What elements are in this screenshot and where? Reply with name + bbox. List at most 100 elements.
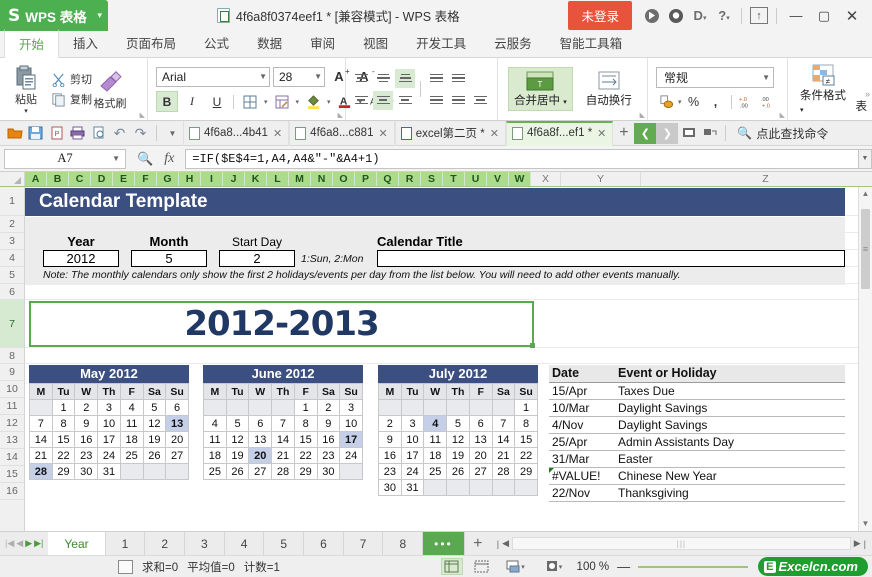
calendar-day-cell[interactable]: 21 [491, 447, 516, 464]
calendar-empty-cell[interactable] [400, 399, 425, 416]
event-date-cell[interactable]: 22/Nov [549, 484, 615, 502]
column-header-B[interactable]: B [47, 172, 69, 186]
event-date-cell[interactable]: 4/Nov [549, 416, 615, 434]
name-box[interactable]: A7 ▼ [4, 148, 126, 169]
calendar-day-cell[interactable]: 16 [316, 431, 341, 448]
calendar-empty-cell[interactable] [446, 479, 470, 496]
prev-sheet-icon[interactable]: ◀ [16, 538, 23, 549]
calendar-day-cell[interactable]: 14 [29, 431, 53, 448]
page-break-view-button[interactable]: ▾ [501, 558, 531, 575]
calendar-day-cell[interactable]: 26 [225, 463, 250, 480]
calendar-day-cell[interactable]: 31 [97, 463, 121, 480]
row-header-11[interactable]: 11 [0, 398, 24, 415]
row-header-2[interactable]: 2 [0, 216, 24, 233]
scroll-left-icon[interactable]: ◀ [502, 538, 509, 549]
event-name-cell[interactable]: Daylight Savings [615, 416, 845, 434]
calendar-day-cell[interactable]: 24 [400, 463, 425, 480]
normal-view-button[interactable] [440, 558, 463, 575]
presentation-icon[interactable] [678, 123, 699, 144]
calendar-day-cell[interactable]: 26 [446, 463, 470, 480]
event-name-cell[interactable]: Chinese New Year [615, 467, 845, 485]
calendar-day-cell[interactable]: 13 [468, 431, 493, 448]
calendar-empty-cell[interactable] [165, 463, 189, 480]
calendar-day-cell[interactable]: 29 [51, 463, 76, 480]
calendar-empty-cell[interactable] [468, 479, 493, 496]
scroll-down-icon[interactable]: ▼ [859, 517, 872, 531]
calendar-day-cell[interactable]: 4 [423, 415, 448, 432]
calendar-day-cell[interactable]: 17 [339, 431, 363, 448]
ribbon-tab-cloud[interactable]: 云服务 [480, 29, 546, 57]
row-header-9[interactable]: 9 [0, 364, 24, 381]
calendar-empty-cell[interactable] [29, 399, 53, 416]
column-header-H[interactable]: H [179, 172, 201, 186]
zoom-out-button[interactable]: — [617, 559, 630, 574]
sheet-tab-1[interactable]: 1 [106, 532, 146, 555]
merge-center-button[interactable]: T 合并居中 ▾ [508, 67, 573, 111]
zoom-slider[interactable] [638, 565, 749, 568]
calendar-empty-cell[interactable] [446, 399, 470, 416]
calendar-day-cell[interactable]: 3 [339, 399, 363, 416]
row-header-8[interactable]: 8 [0, 348, 24, 364]
calendar-day-cell[interactable]: 19 [446, 447, 470, 464]
increase-decimal-button[interactable]: +.0 .00 [737, 92, 757, 112]
close-icon[interactable]: ✕ [490, 127, 499, 140]
command-search[interactable]: 🔍 点此查找命令 [737, 125, 828, 142]
ribbon-tab-view[interactable]: 视图 [349, 29, 402, 57]
close-icon[interactable]: ✕ [273, 127, 282, 140]
calendar-day-cell[interactable]: 22 [514, 447, 538, 464]
currency-button[interactable] [656, 92, 676, 112]
calendar-day-cell[interactable]: 8 [514, 415, 538, 432]
event-name-cell[interactable]: Admin Assistants Day [615, 433, 845, 451]
event-name-cell[interactable]: Taxes Due [615, 382, 845, 400]
first-sheet-icon[interactable]: |◀ [5, 538, 14, 549]
column-header-A[interactable]: A [25, 172, 47, 186]
calendar-day-cell[interactable]: 1 [293, 399, 318, 416]
calendar-day-cell[interactable]: 6 [165, 399, 189, 416]
row-header-3[interactable]: 3 [0, 233, 24, 250]
calendar-day-cell[interactable]: 2 [378, 415, 402, 432]
comma-button[interactable]: , [706, 92, 726, 112]
calendar-empty-cell[interactable] [142, 463, 167, 480]
calendar-day-cell[interactable]: 16 [74, 431, 99, 448]
calendar-day-cell[interactable]: 11 [423, 431, 448, 448]
calendar-grid-july[interactable]: M Tu W Th F Sa Su 1 2 3 4 5 6 7 8 9 10 11 12 13 14 15 16 17 18 19… [378, 383, 538, 496]
sheet-canvas[interactable]: Calendar Template Year Month Start Day C… [25, 187, 872, 531]
increase-indent-button[interactable] [448, 69, 468, 88]
ribbon-tab-formula[interactable]: 公式 [190, 29, 243, 57]
calendar-empty-cell[interactable] [423, 399, 448, 416]
chevron-down-icon[interactable]: ▼ [112, 154, 120, 163]
format-painter-button[interactable]: 格式刷 [92, 67, 128, 111]
calendar-day-cell[interactable]: 28 [491, 463, 516, 480]
calendar-day-cell[interactable]: 22 [293, 447, 318, 464]
column-header-M[interactable]: M [289, 172, 311, 186]
number-dialog-launcher[interactable]: ◣ [780, 111, 785, 119]
row-header-12[interactable]: 12 [0, 415, 24, 432]
doc-tab-1[interactable]: 4f6a8...4b41 ✕ [183, 120, 290, 146]
ribbon-tab-review[interactable]: 审阅 [296, 29, 349, 57]
justify-button[interactable] [426, 91, 446, 110]
calendar-day-cell[interactable]: 5 [225, 415, 250, 432]
calendar-day-cell[interactable]: 14 [271, 431, 295, 448]
column-header-K[interactable]: K [245, 172, 267, 186]
print-icon[interactable] [67, 123, 88, 144]
column-header-Q[interactable]: Q [377, 172, 399, 186]
column-header-R[interactable]: R [399, 172, 421, 186]
calendar-day-cell[interactable]: 13 [248, 431, 273, 448]
underline-button[interactable]: U [206, 91, 228, 112]
calendar-day-cell[interactable]: 1 [514, 399, 538, 416]
vertical-scroll-thumb[interactable] [861, 209, 870, 289]
calendar-day-cell[interactable]: 15 [293, 431, 318, 448]
sheet-tab-2[interactable]: 2 [145, 532, 185, 555]
chevron-down-icon[interactable]: ▼ [96, 11, 104, 20]
column-header-C[interactable]: C [69, 172, 91, 186]
events-row[interactable]: 31/Mar Easter [549, 450, 845, 468]
new-document-button[interactable]: + [613, 123, 634, 144]
calendar-grid-june[interactable]: M Tu W Th F Sa Su 1 2 3 4 5 6 7 8 9 10 11 12 13 14 15 16 17 18 19… [203, 383, 363, 480]
event-date-cell[interactable]: 31/Mar [549, 450, 615, 468]
sheet-tab-year[interactable]: Year [48, 532, 106, 555]
scroll-up-icon[interactable]: ▲ [859, 187, 872, 201]
column-header-P[interactable]: P [355, 172, 377, 186]
calendar-day-cell[interactable]: 29 [293, 463, 318, 480]
calendar-day-cell[interactable]: 28 [271, 463, 295, 480]
calendar-day-cell[interactable]: 8 [51, 415, 76, 432]
